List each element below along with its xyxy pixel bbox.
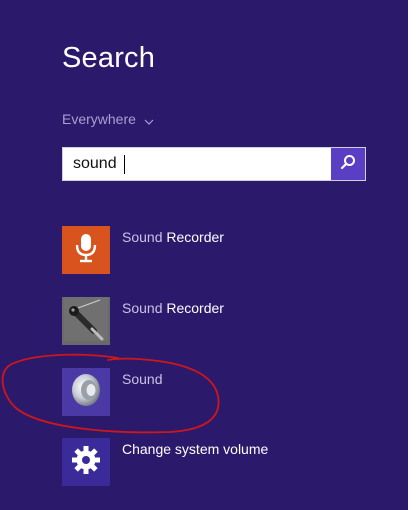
result-tile bbox=[62, 226, 110, 274]
search-scope-dropdown[interactable]: Everywhere bbox=[62, 111, 154, 127]
result-sound-recorder[interactable]: Sound Recorder bbox=[62, 226, 362, 276]
result-tile bbox=[62, 438, 110, 486]
chevron-down-icon bbox=[144, 114, 154, 125]
result-label: Sound Recorder bbox=[122, 229, 224, 245]
result-label: Change system volume bbox=[122, 441, 268, 457]
result-label: Sound bbox=[122, 371, 162, 387]
result-sound-recorder-desktop[interactable]: Sound Recorder bbox=[62, 296, 362, 347]
search-icon bbox=[340, 154, 356, 175]
microphone-icon bbox=[74, 233, 98, 268]
legacy-microphone-icon bbox=[64, 296, 108, 346]
result-tile bbox=[62, 296, 110, 346]
search-box bbox=[62, 147, 366, 181]
search-title: Search bbox=[62, 42, 156, 74]
text-caret bbox=[124, 155, 125, 174]
gear-icon bbox=[71, 445, 101, 480]
search-scope-label: Everywhere bbox=[62, 111, 136, 127]
search-charm-panel: Search Everywhere sound Sound Recorder S… bbox=[0, 0, 408, 510]
speaker-icon bbox=[67, 371, 105, 414]
search-input[interactable] bbox=[63, 148, 329, 180]
result-sound[interactable]: Sound bbox=[62, 368, 362, 418]
search-button[interactable] bbox=[331, 148, 365, 180]
result-label-match: Sound bbox=[122, 371, 163, 387]
result-label-rest: Recorder bbox=[162, 229, 224, 245]
result-label: Sound Recorder bbox=[122, 300, 224, 316]
result-tile bbox=[62, 368, 110, 416]
result-label-match: Change system volume bbox=[122, 441, 269, 457]
result-change-system-volume[interactable]: Change system volume bbox=[62, 438, 362, 488]
result-label-match: Sound bbox=[122, 229, 163, 245]
result-label-rest: Recorder bbox=[162, 300, 224, 316]
result-label-match: Sound bbox=[122, 300, 163, 316]
